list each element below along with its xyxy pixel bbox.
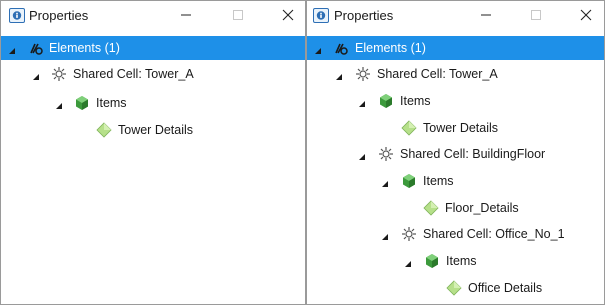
title-bar: Properties [307, 1, 604, 31]
expanded-arrow-icon[interactable] [358, 97, 366, 107]
tree-row-elements[interactable]: Elements (1) [307, 36, 604, 60]
tree-row-details[interactable]: Tower Details [307, 116, 604, 140]
expanded-arrow-icon[interactable] [8, 44, 16, 54]
expanded-arrow-icon[interactable] [335, 70, 343, 80]
details-icon [446, 280, 462, 296]
tree-row-details[interactable]: Office Details [307, 276, 604, 300]
expanded-arrow-icon[interactable] [381, 230, 389, 240]
tree-label: Shared Cell: Office_No_1 [423, 227, 565, 241]
title-bar: Properties [1, 1, 305, 31]
tree-label: Office Details [468, 281, 543, 295]
tree-label: Items [446, 254, 477, 268]
details-icon [423, 200, 439, 216]
window-title: Properties [334, 8, 394, 23]
items-icon [378, 93, 394, 109]
tree-label: Floor_Details [445, 201, 519, 215]
shared-cell-icon [378, 146, 394, 162]
expanded-arrow-icon[interactable] [381, 177, 389, 187]
details-icon [401, 120, 417, 136]
tree-row-items[interactable]: Items [1, 91, 305, 115]
maximize-button[interactable] [525, 5, 547, 25]
properties-panel-right: Properties Elements (1) Shared Cell: Tow… [306, 0, 605, 305]
expanded-arrow-icon[interactable] [404, 257, 412, 267]
properties-panel-left: Properties Elements (1) Shared Cell: Tow… [0, 0, 306, 305]
close-button[interactable] [277, 5, 299, 25]
tree-row-elements[interactable]: Elements (1) [1, 36, 305, 60]
minimize-button[interactable] [475, 5, 497, 25]
tree-label: Shared Cell: Tower_A [377, 67, 498, 81]
elements-icon [28, 40, 44, 56]
window-title: Properties [29, 8, 89, 23]
properties-icon [9, 8, 25, 23]
items-icon [401, 173, 417, 189]
expanded-arrow-icon[interactable] [32, 70, 40, 80]
properties-icon [313, 8, 329, 23]
tree-row-shared-cell[interactable]: Shared Cell: Tower_A [307, 62, 604, 86]
expanded-arrow-icon[interactable] [55, 99, 63, 109]
details-icon [96, 122, 112, 138]
close-button[interactable] [575, 5, 597, 25]
shared-cell-icon [51, 66, 67, 82]
shared-cell-icon [401, 226, 417, 242]
tree-row-items[interactable]: Items [307, 169, 604, 193]
tree-row-items[interactable]: Items [307, 249, 604, 273]
tree-label: Shared Cell: BuildingFloor [400, 147, 546, 161]
maximize-button[interactable] [227, 5, 249, 25]
tree-label: Tower Details [118, 123, 194, 137]
tree-row-shared-cell[interactable]: Shared Cell: BuildingFloor [307, 142, 604, 166]
tree-row-items[interactable]: Items [307, 89, 604, 113]
tree-row-details[interactable]: Tower Details [1, 118, 305, 142]
tree-row-details[interactable]: Floor_Details [307, 196, 604, 220]
tree-label: Items [423, 174, 454, 188]
minimize-button[interactable] [175, 5, 197, 25]
tree-label: Items [96, 96, 127, 110]
tree-row-shared-cell[interactable]: Shared Cell: Tower_A [1, 62, 305, 86]
tree-label: Elements (1) [49, 41, 120, 55]
tree-label: Shared Cell: Tower_A [73, 67, 194, 81]
elements-icon [333, 40, 349, 56]
items-icon [424, 253, 440, 269]
items-icon [74, 95, 90, 111]
tree-row-shared-cell[interactable]: Shared Cell: Office_No_1 [307, 222, 604, 246]
expanded-arrow-icon[interactable] [314, 44, 322, 54]
tree-label: Tower Details [423, 121, 499, 135]
shared-cell-icon [355, 66, 371, 82]
expanded-arrow-icon[interactable] [358, 150, 366, 160]
tree-label: Elements (1) [355, 41, 426, 55]
tree-label: Items [400, 94, 431, 108]
